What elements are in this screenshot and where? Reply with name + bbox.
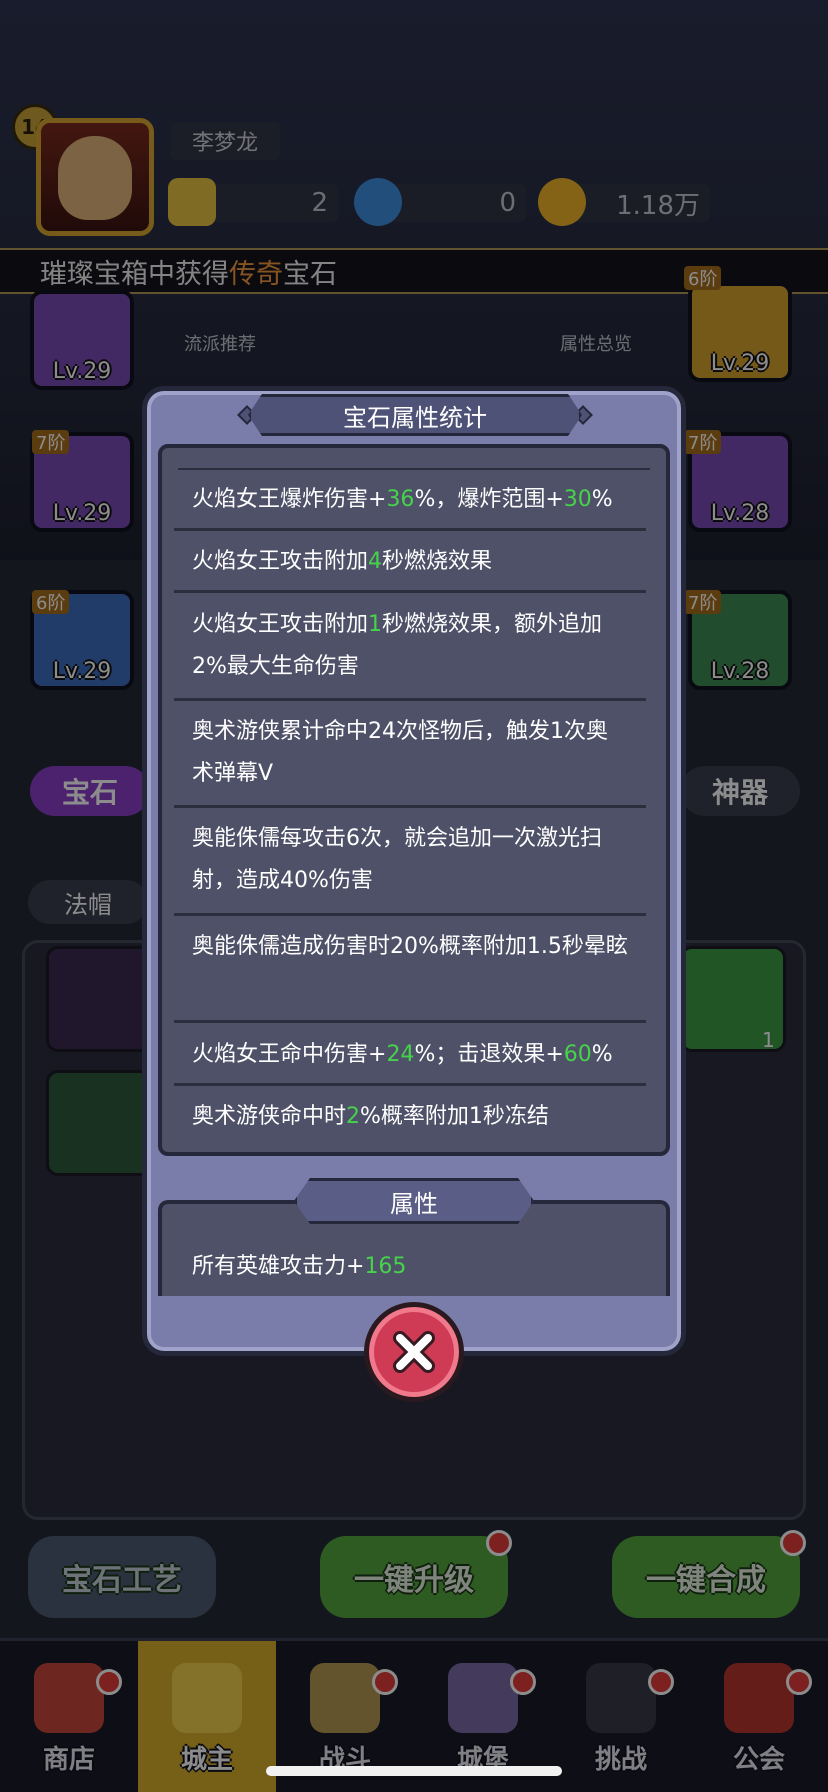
stat-value: 60 — [563, 1042, 592, 1067]
stat-row: 奥能侏儒每攻击6次，就会追加一次激光扫射，造成40%伤害 — [158, 818, 662, 902]
stat-row: 奥能侏儒造成伤害时20%概率附加1.5秒晕眩 — [158, 926, 662, 968]
stat-text: 奥术游侠命中时 — [192, 1104, 347, 1129]
close-x-icon — [393, 1331, 435, 1373]
stat-text: 火焰女王命中伤害+ — [192, 1042, 387, 1067]
stat-row: 火焰女王命中伤害+24%；击退效果+60% — [158, 1034, 662, 1076]
list-divider — [174, 698, 646, 701]
stat-text: %概率附加1秒冻结 — [360, 1104, 549, 1129]
home-indicator[interactable] — [266, 1766, 562, 1776]
list-divider — [174, 913, 646, 916]
stat-text: 奥能侏儒造成伤害时20%概率附加1.5秒晕眩 — [192, 934, 628, 959]
list-divider — [178, 468, 650, 470]
list-divider — [174, 590, 646, 593]
stat-text: 火焰女王攻击附加 — [192, 549, 369, 574]
attribute-label: 所有英雄攻击力+ — [192, 1254, 365, 1279]
modal-title: 宝石属性统计 — [248, 394, 582, 436]
stat-value: 2 — [346, 1104, 361, 1129]
stat-value: 36 — [386, 487, 415, 512]
stat-text: 秒燃烧效果 — [382, 549, 493, 574]
close-button[interactable] — [364, 1302, 464, 1402]
stat-value: 4 — [368, 549, 383, 574]
list-divider — [174, 1083, 646, 1086]
stat-row: 火焰女王爆炸伤害+36%，爆炸范围+30% — [158, 479, 662, 521]
stat-value: 24 — [386, 1042, 415, 1067]
list-divider — [174, 805, 646, 808]
attribute-row: 所有英雄攻击力+165 — [192, 1248, 406, 1280]
stat-text: %，爆炸范围+ — [414, 487, 564, 512]
stat-text: 火焰女王攻击附加 — [192, 612, 369, 637]
attribute-value: 165 — [364, 1254, 407, 1279]
stat-text: %；击退效果+ — [414, 1042, 564, 1067]
stat-row: 火焰女王攻击附加1秒燃烧效果，额外追加2%最大生命伤害 — [158, 604, 662, 688]
attribute-title-text: 属性 — [390, 1189, 438, 1218]
modal-title-text: 宝石属性统计 — [343, 403, 487, 432]
list-divider — [174, 1020, 646, 1023]
list-divider — [174, 528, 646, 531]
stat-text: 奥术游侠累计命中24次怪物后，触发1次奥术弹幕V — [192, 719, 608, 786]
stat-row: 奥术游侠命中时2%概率附加1秒冻结 — [158, 1096, 662, 1138]
stat-text: 火焰女王爆炸伤害+ — [192, 487, 387, 512]
stat-text: % — [591, 1042, 613, 1067]
attribute-section-title: 属性 — [294, 1178, 534, 1224]
stat-row: 火焰女王攻击附加4秒燃烧效果 — [158, 541, 662, 583]
stat-text: % — [591, 487, 613, 512]
stat-value: 30 — [563, 487, 592, 512]
stat-value: 1 — [368, 612, 383, 637]
stat-row: 奥术游侠累计命中24次怪物后，触发1次奥术弹幕V — [158, 711, 662, 795]
stat-text: 奥能侏儒每攻击6次，就会追加一次激光扫射，造成40%伤害 — [192, 826, 602, 893]
